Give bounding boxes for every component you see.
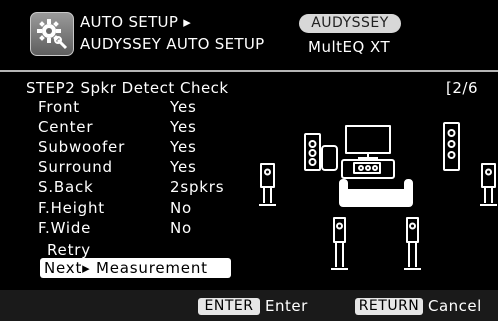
speaker-value-subwoofer: Yes: [170, 138, 197, 156]
footer-bar: ENTER Enter RETURN Cancel: [0, 290, 498, 321]
surround-right-speaker-icon: [480, 163, 497, 206]
speaker-value-fwide: No: [170, 219, 192, 237]
retry-button[interactable]: Retry: [47, 241, 91, 259]
speaker-label-center: Center: [38, 118, 94, 136]
speaker-layout-diagram: [259, 122, 497, 270]
breadcrumb-auto-setup: AUTO SETUP ▸: [80, 13, 192, 31]
speaker-label-sback: S.Back: [38, 178, 94, 196]
surround-back-left-speaker-icon: [331, 217, 348, 270]
speaker-value-surround: Yes: [170, 158, 197, 176]
step-title: STEP2 Spkr Detect Check: [26, 79, 229, 97]
speaker-value-sback: 2spkrs: [170, 178, 225, 196]
next-measurement-button[interactable]: Next▸ Measurement: [40, 258, 231, 278]
sofa-icon: [339, 179, 413, 207]
tv-icon: [345, 125, 391, 159]
audyssey-badge: AUDYSSEY: [299, 14, 401, 33]
enter-key-label: Enter: [265, 297, 308, 315]
speaker-value-center: Yes: [170, 118, 197, 136]
return-key-label: Cancel: [428, 297, 482, 315]
header-divider: [0, 70, 498, 72]
speaker-label-subwoofer: Subwoofer: [38, 138, 126, 156]
subwoofer-icon: [321, 145, 338, 171]
setup-gear-icon: [30, 12, 74, 56]
enter-key[interactable]: ENTER: [198, 298, 260, 315]
page-title: AUDYSSEY AUTO SETUP: [80, 35, 265, 53]
speaker-value-front: Yes: [170, 98, 197, 116]
front-left-speaker-icon: [304, 133, 321, 171]
surround-back-right-speaker-icon: [404, 217, 421, 270]
speaker-label-fwide: F.Wide: [38, 219, 92, 237]
speaker-label-surround: Surround: [38, 158, 113, 176]
center-speaker-icon: [341, 159, 395, 179]
speaker-label-fheight: F.Height: [38, 199, 105, 217]
audyssey-setup-screen: AUTO SETUP ▸ AUDYSSEY AUTO SETUP AUDYSSE…: [0, 0, 498, 321]
page-indicator: [2/6: [446, 79, 478, 97]
multeq-label: MultEQ XT: [308, 38, 391, 56]
header: AUTO SETUP ▸ AUDYSSEY AUTO SETUP AUDYSSE…: [0, 0, 498, 68]
return-key[interactable]: RETURN: [355, 298, 423, 315]
surround-left-speaker-icon: [259, 163, 276, 206]
front-right-speaker-icon: [443, 122, 460, 171]
speaker-value-fheight: No: [170, 199, 192, 217]
speaker-label-front: Front: [38, 98, 80, 116]
